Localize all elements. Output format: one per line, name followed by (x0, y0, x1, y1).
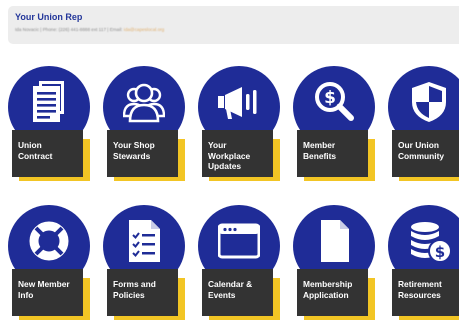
tile-label: Union Contract (12, 130, 83, 177)
svg-text:$: $ (435, 243, 445, 261)
tile-label: Your Workplace Updates (202, 130, 273, 177)
rep-email-link[interactable]: ida@capeslocal.org (124, 27, 164, 32)
browser-window-icon (218, 223, 260, 259)
coins-dollar-icon: $ (411, 222, 450, 263)
lifebuoy-icon (29, 221, 69, 261)
union-rep-card: Your Union Rep Ida Novacic | Phone: (226… (8, 6, 459, 44)
tile-union-contract[interactable]: Union Contract (8, 66, 96, 181)
people-icon (123, 83, 165, 123)
tile-label: New Member Info (12, 269, 83, 316)
tile-your-workplace-updates[interactable]: Your Workplace Updates (198, 66, 286, 181)
tile-label: Membership Application (297, 269, 368, 316)
tile-our-union-community[interactable]: Our Union Community (388, 66, 459, 181)
dollar-search-icon: $ (315, 82, 354, 121)
tile-new-member-info[interactable]: New Member Info (8, 205, 96, 320)
tile-label: Our Union Community (392, 130, 459, 177)
tile-forms-and-policies[interactable]: Forms and Policies (103, 205, 191, 320)
rep-contact-details: Ida Novacic | Phone: (226) 441-8888 ext … (15, 27, 123, 32)
tile-label: Member Benefits (297, 130, 368, 177)
tile-your-shop-stewards[interactable]: Your Shop Stewards (103, 66, 191, 181)
document-icon (33, 81, 64, 122)
tile-label: Retirement Resources (392, 269, 459, 316)
tile-calendar-events[interactable]: Calendar & Events (198, 205, 286, 320)
shield-icon (412, 82, 446, 122)
file-icon (321, 220, 349, 262)
tile-label: Calendar & Events (202, 269, 273, 316)
megaphone-icon (218, 87, 257, 119)
tile-label: Your Shop Stewards (107, 130, 178, 177)
tile-member-benefits[interactable]: $ Member Benefits (293, 66, 381, 181)
tile-label: Forms and Policies (107, 269, 178, 316)
rep-contact: Ida Novacic | Phone: (226) 441-8888 ext … (15, 27, 164, 32)
tile-retirement-resources[interactable]: $ Retirement Resources (388, 205, 459, 320)
svg-text:$: $ (324, 88, 336, 108)
checklist-icon (129, 220, 160, 262)
tile-membership-application[interactable]: Membership Application (293, 205, 381, 320)
rep-title: Your Union Rep (15, 12, 83, 22)
